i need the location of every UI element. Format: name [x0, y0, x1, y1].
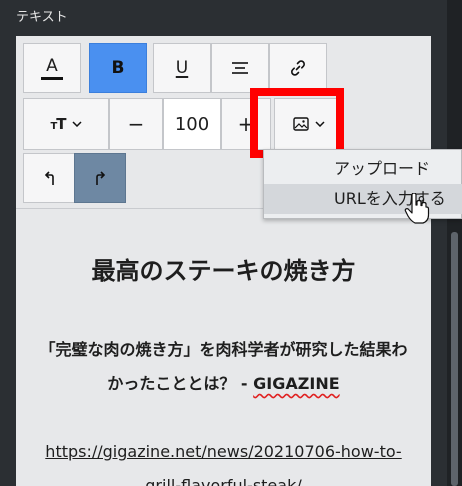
font-color-icon: A	[41, 57, 63, 80]
image-menu: アップロード URLを入力する	[263, 149, 462, 219]
panel-title: テキスト	[16, 10, 68, 25]
align-center-icon	[232, 62, 248, 74]
font-color-button[interactable]: A	[23, 43, 81, 93]
site-name: GIGAZINE	[253, 374, 340, 393]
font-size-input[interactable]: 100	[163, 98, 221, 150]
article-paragraph: 「完璧な肉の焼き方」を肉科学者が研究した結果わ かったこととは？ - GIGAZ…	[16, 333, 431, 401]
link-button[interactable]	[269, 43, 327, 93]
undo-icon	[44, 171, 54, 185]
align-center-button[interactable]	[211, 43, 269, 93]
text-size-dropdown[interactable]: TT	[23, 98, 109, 150]
hand-cursor-icon	[404, 193, 430, 224]
undo-button[interactable]	[23, 153, 77, 203]
bold-icon: B	[111, 58, 125, 78]
redo-button[interactable]	[74, 153, 126, 203]
decrease-size-button[interactable]: −	[109, 98, 163, 150]
rich-text-editor: A B U TT − 100 + 最高のステーキの焼き方 「完璧な肉の焼き方」を…	[16, 36, 431, 486]
bold-button[interactable]: B	[89, 43, 147, 93]
underline-icon: U	[175, 58, 189, 78]
underline-button[interactable]: U	[153, 43, 211, 93]
paragraph-line-2-text: かったこととは？ -	[107, 374, 254, 393]
text-size-icon: TT	[50, 115, 66, 133]
paragraph-line-1: 「完璧な肉の焼き方」を肉科学者が研究した結果わ	[39, 340, 408, 359]
chevron-down-icon	[72, 121, 82, 127]
highlight-annotation	[250, 88, 344, 158]
article-heading: 最高のステーキの焼き方	[91, 257, 356, 285]
link-icon	[291, 60, 305, 76]
link-line-2[interactable]: grill-flavorful-steak/	[16, 469, 431, 486]
paragraph-line-2: かったこととは？ - GIGAZINE	[16, 367, 431, 401]
font-color-letter: A	[46, 55, 58, 76]
article-link[interactable]: https://gigazine.net/news/20210706-how-t…	[16, 435, 431, 486]
font-size-value: 100	[174, 113, 210, 135]
minus-icon: −	[127, 112, 145, 136]
scrollbar-thumb[interactable]	[451, 232, 458, 486]
menu-item-enter-url[interactable]: URLを入力する	[264, 184, 462, 214]
menu-item-upload[interactable]: アップロード	[264, 154, 462, 184]
font-color-swatch	[41, 76, 63, 80]
link-line-1[interactable]: https://gigazine.net/news/20210706-how-t…	[16, 435, 431, 469]
redo-icon	[96, 171, 106, 185]
